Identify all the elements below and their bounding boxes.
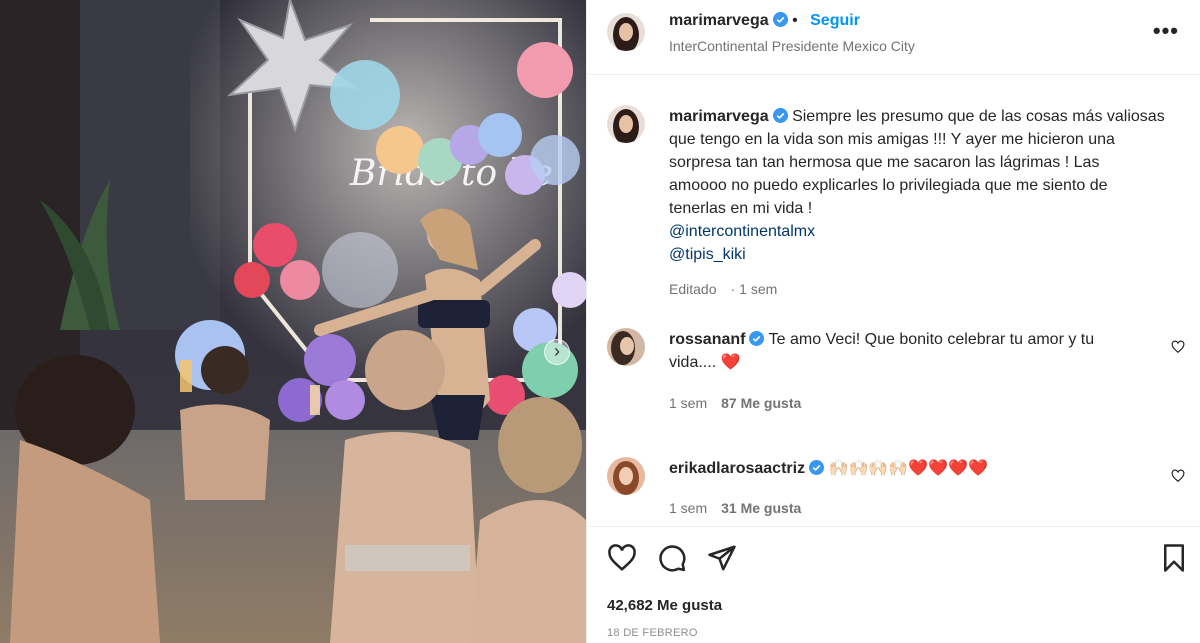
mention-link[interactable]: @intercontinentalmx — [669, 220, 1169, 243]
comment-text: vida.... — [669, 354, 717, 371]
share-icon[interactable] — [707, 543, 737, 573]
avatar[interactable] — [607, 457, 645, 495]
comment: erikadlarosaactriz 🙌🏻🙌🏻🙌🏻🙌🏻❤️❤️❤️❤️ 1 se… — [607, 457, 1187, 526]
separator-dot: • — [792, 12, 803, 29]
post-panel: marimarvega • Seguir InterContinental Pr… — [586, 0, 1200, 643]
caption-line: que tengo en la vida son mis amigas !!! … — [669, 131, 1115, 148]
heart-icon[interactable] — [607, 543, 637, 573]
avatar[interactable] — [607, 328, 645, 366]
comment-meta: 1 sem 87 Me gusta — [669, 395, 815, 411]
comment-emoji: ❤️ — [720, 354, 741, 371]
heart-icon[interactable] — [1171, 340, 1185, 354]
comment-username[interactable]: rossananf — [669, 331, 745, 348]
verified-icon — [772, 108, 788, 123]
comment: rossananf Te amo Veci! Que bonito celebr… — [607, 328, 1187, 418]
heart-icon[interactable] — [1171, 469, 1185, 483]
caption: marimarvega Siempre les presumo que de l… — [607, 105, 1187, 305]
edited-label: Editado — [669, 281, 717, 297]
caption-line: tenerlas en mi vida ! — [669, 200, 813, 217]
comments-section[interactable]: marimarvega Siempre les presumo que de l… — [587, 76, 1200, 526]
caption-time[interactable]: 1 sem — [739, 281, 777, 297]
comment-time[interactable]: 1 sem — [669, 395, 707, 411]
comment-likes[interactable]: 31 Me gusta — [721, 500, 801, 516]
caption-line: amoooo no puedo explicarles lo privilegi… — [669, 177, 1108, 194]
caption-username[interactable]: marimarvega — [669, 108, 769, 125]
post-date[interactable]: 18 DE FEBRERO — [607, 627, 698, 639]
mention-link[interactable]: @tipis_kiki — [669, 243, 1169, 266]
comment-time[interactable]: 1 sem — [669, 500, 707, 516]
verified-icon — [749, 331, 765, 346]
comment-icon[interactable] — [657, 543, 687, 573]
caption-line: Siempre les presumo que de las cosas más… — [792, 108, 1165, 125]
post-media[interactable]: Bride to be — [0, 0, 586, 643]
caption-meta: Editado · 1 sem — [669, 281, 791, 297]
comment-body: erikadlarosaactriz 🙌🏻🙌🏻🙌🏻🙌🏻❤️❤️❤️❤️ — [669, 457, 1169, 480]
location-link[interactable]: InterContinental Presidente Mexico City — [669, 38, 915, 54]
verified-icon — [772, 12, 788, 27]
likes-count[interactable]: 42,682 Me gusta — [607, 597, 722, 614]
comment-likes[interactable]: 87 Me gusta — [721, 395, 801, 411]
bookmark-icon[interactable] — [1159, 543, 1189, 573]
avatar[interactable] — [607, 105, 645, 143]
comment-text: Te amo Veci! Que bonito celebrar tu amor… — [768, 331, 1095, 348]
post-header: marimarvega • Seguir InterContinental Pr… — [587, 0, 1200, 75]
verified-icon — [809, 460, 825, 475]
comment-body: rossananf Te amo Veci! Que bonito celebr… — [669, 328, 1169, 374]
separator-dot: · — [730, 281, 736, 297]
caption-line: sorpresa tan tan hermosa que me sacaron … — [669, 154, 1100, 171]
comment-meta: 1 sem 31 Me gusta — [669, 500, 815, 516]
post-actions: 42,682 Me gusta 18 DE FEBRERO — [587, 526, 1200, 643]
comment-username[interactable]: erikadlarosaactriz — [669, 460, 805, 477]
caption-body: marimarvega Siempre les presumo que de l… — [669, 105, 1169, 266]
avatar[interactable] — [607, 13, 645, 51]
header-user-row: marimarvega • Seguir — [669, 12, 860, 30]
comment-emoji: 🙌🏻🙌🏻🙌🏻🙌🏻❤️❤️❤️❤️ — [828, 460, 988, 477]
follow-button[interactable]: Seguir — [810, 12, 860, 29]
carousel-next-icon[interactable]: › — [544, 339, 570, 365]
more-icon[interactable]: ••• — [1153, 20, 1179, 42]
comment-text-line: vida.... ❤️ — [669, 351, 1169, 374]
username[interactable]: marimarvega — [669, 12, 769, 29]
post-photo: Bride to be — [0, 0, 586, 643]
